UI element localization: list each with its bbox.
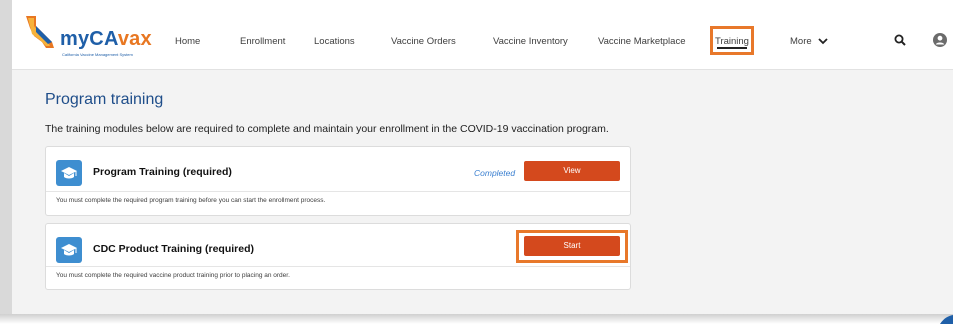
brand-name: myCAvax <box>60 28 152 50</box>
card-title: Program Training (required) <box>93 166 232 178</box>
brand-tagline: California Vaccine Management System <box>62 52 133 57</box>
california-map-logo-icon <box>26 16 54 48</box>
training-card-cdc-product: CDC Product Training (required) Start Yo… <box>45 223 631 290</box>
mycavax-logo[interactable]: myCAvax California Vaccine Management Sy… <box>22 12 152 57</box>
top-navigation: myCAvax California Vaccine Management Sy… <box>12 0 953 70</box>
completed-status: Completed <box>474 168 516 178</box>
nav-more[interactable]: More <box>790 36 828 47</box>
page-intro: The training modules below are required … <box>45 123 609 135</box>
start-button[interactable]: Start <box>524 236 620 256</box>
view-button[interactable]: View <box>524 161 620 181</box>
nav-home[interactable]: Home <box>175 36 200 47</box>
training-card-program: Program Training (required) Completed Vi… <box>45 146 631 216</box>
active-tab-underline <box>717 47 747 49</box>
page-title: Program training <box>45 91 164 108</box>
card-description: You must complete the required vaccine p… <box>56 272 290 279</box>
card-title: CDC Product Training (required) <box>93 243 255 255</box>
start-button-highlight: Start <box>516 230 628 263</box>
card-divider <box>46 266 630 267</box>
nav-enrollment[interactable]: Enrollment <box>240 36 285 47</box>
corner-decoration-icon <box>940 315 953 324</box>
frame-shadow <box>0 314 953 324</box>
nav-vaccine-inventory[interactable]: Vaccine Inventory <box>493 36 568 47</box>
nav-locations[interactable]: Locations <box>314 36 355 47</box>
nav-training-highlight[interactable]: Training <box>710 26 754 55</box>
nav-vaccine-marketplace[interactable]: Vaccine Marketplace <box>598 36 685 47</box>
search-icon[interactable] <box>894 34 906 46</box>
graduation-cap-icon <box>56 237 82 263</box>
chevron-down-icon <box>818 38 828 45</box>
card-description: You must complete the required program t… <box>56 197 326 204</box>
nav-vaccine-orders[interactable]: Vaccine Orders <box>391 36 456 47</box>
card-divider <box>46 191 630 192</box>
graduation-cap-icon <box>56 160 82 186</box>
nav-training[interactable]: Training <box>713 36 751 47</box>
user-avatar-icon[interactable] <box>933 33 947 47</box>
nav-more-label: More <box>790 36 812 47</box>
